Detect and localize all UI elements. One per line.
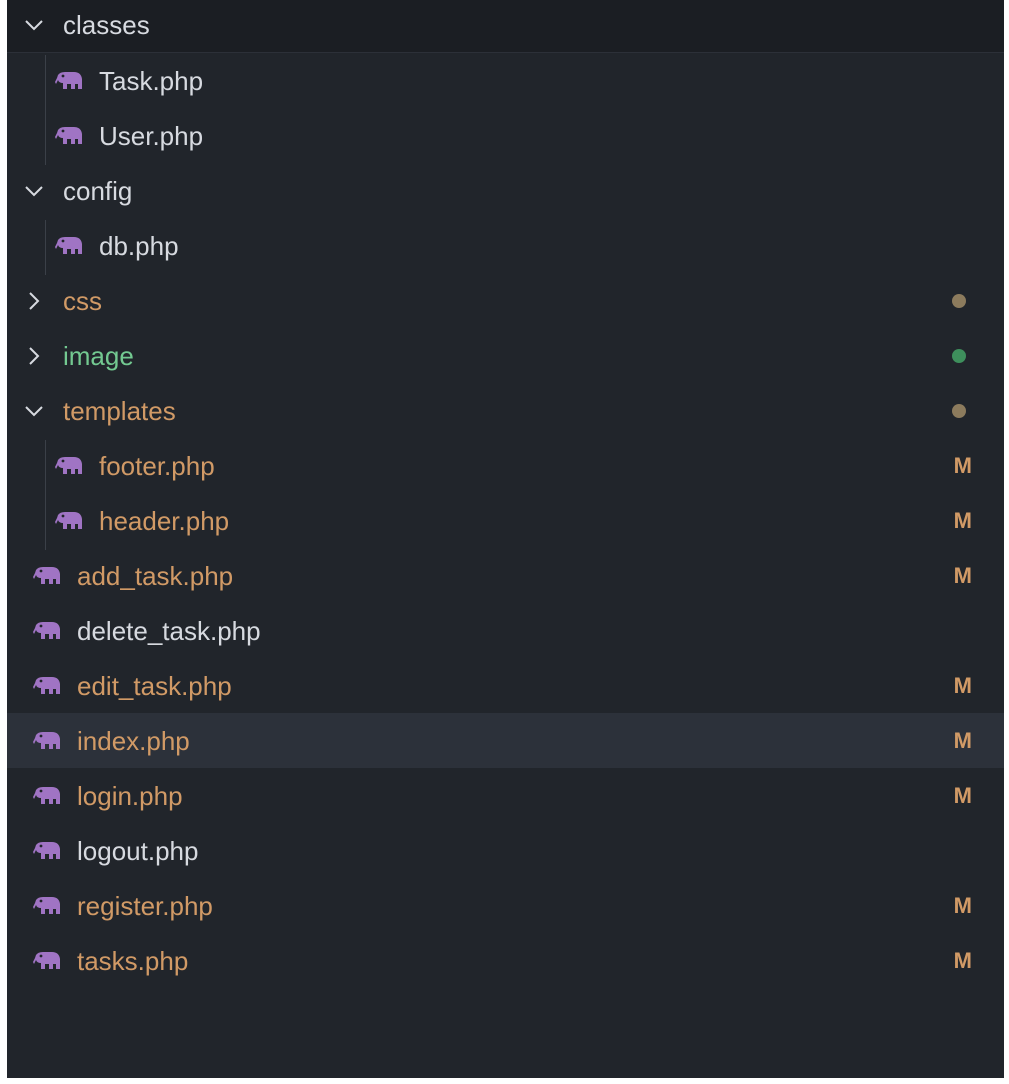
php-elephant-icon — [31, 563, 63, 589]
tree-item-label: User.php — [99, 120, 204, 151]
chevron-down-icon[interactable] — [21, 398, 47, 424]
tree-item-label: delete_task.php — [77, 615, 261, 646]
tree-item-label: templates — [63, 395, 176, 426]
php-elephant-icon — [31, 783, 63, 809]
tree-item-label: classes — [63, 10, 150, 40]
git-modified-badge: M — [953, 672, 972, 698]
tree-item-label: footer.php — [99, 450, 215, 481]
file-footer-php[interactable]: footer.php M — [7, 438, 1004, 493]
php-elephant-icon — [53, 123, 85, 149]
file-index-php[interactable]: index.php M — [7, 713, 1004, 768]
git-modified-badge: M — [953, 507, 972, 533]
tree-item-label: db.php — [99, 230, 179, 261]
file-edit-task-php[interactable]: edit_task.php M — [7, 658, 1004, 713]
tree-item-label: image — [63, 340, 134, 371]
git-modified-badge: M — [953, 947, 972, 973]
php-elephant-icon — [53, 453, 85, 479]
tree-item-label: edit_task.php — [77, 670, 232, 701]
chevron-down-icon[interactable] — [21, 178, 47, 204]
file-header-php[interactable]: header.php M — [7, 493, 1004, 548]
tree-item-label: login.php — [77, 780, 183, 811]
file-add-task-php[interactable]: add_task.php M — [7, 548, 1004, 603]
git-modified-badge: M — [953, 727, 972, 753]
file-db-php[interactable]: db.php — [7, 218, 1004, 273]
folder-templates[interactable]: templates — [7, 383, 1004, 438]
git-modified-badge: M — [953, 892, 972, 918]
chevron-down-icon[interactable] — [21, 12, 47, 38]
folder-classes[interactable]: classes — [7, 0, 1004, 53]
tree-item-label: register.php — [77, 890, 213, 921]
php-elephant-icon — [31, 948, 63, 974]
php-elephant-icon — [31, 728, 63, 754]
php-elephant-icon — [31, 893, 63, 919]
git-modified-badge: M — [953, 782, 972, 808]
tree-item-label: add_task.php — [77, 560, 234, 591]
php-elephant-icon — [53, 508, 85, 534]
modified-dot-indicator — [952, 403, 966, 418]
git-modified-badge: M — [953, 452, 972, 478]
php-elephant-icon — [31, 673, 63, 699]
file-tasks-php[interactable]: tasks.php M — [7, 933, 1004, 988]
php-elephant-icon — [53, 233, 85, 259]
file-delete-task-php[interactable]: delete_task.php — [7, 603, 1004, 658]
tree-item-label: config — [63, 175, 133, 206]
chevron-right-icon[interactable] — [21, 288, 47, 314]
tree-item-label: tasks.php — [77, 945, 189, 976]
tree-item-label: index.php — [77, 725, 190, 756]
file-logout-php[interactable]: logout.php — [7, 823, 1004, 878]
folder-css[interactable]: css — [7, 273, 1004, 328]
chevron-right-icon[interactable] — [21, 343, 47, 369]
file-explorer: classes Task.php User.php config db.php css im… — [7, 0, 1004, 1078]
tree-item-label: logout.php — [77, 835, 199, 866]
file-user-php[interactable]: User.php — [7, 108, 1004, 163]
folder-image[interactable]: image — [7, 328, 1004, 383]
file-register-php[interactable]: register.php M — [7, 878, 1004, 933]
php-elephant-icon — [53, 68, 85, 94]
php-elephant-icon — [31, 618, 63, 644]
tree-item-label: Task.php — [99, 65, 204, 96]
file-task-php[interactable]: Task.php — [7, 53, 1004, 108]
modified-dot-indicator — [952, 293, 966, 308]
file-login-php[interactable]: login.php M — [7, 768, 1004, 823]
tree-item-label: header.php — [99, 505, 230, 536]
git-modified-badge: M — [953, 562, 972, 588]
folder-config[interactable]: config — [7, 163, 1004, 218]
untracked-dot-indicator — [952, 348, 966, 363]
tree-item-label: css — [63, 285, 102, 316]
php-elephant-icon — [31, 838, 63, 864]
